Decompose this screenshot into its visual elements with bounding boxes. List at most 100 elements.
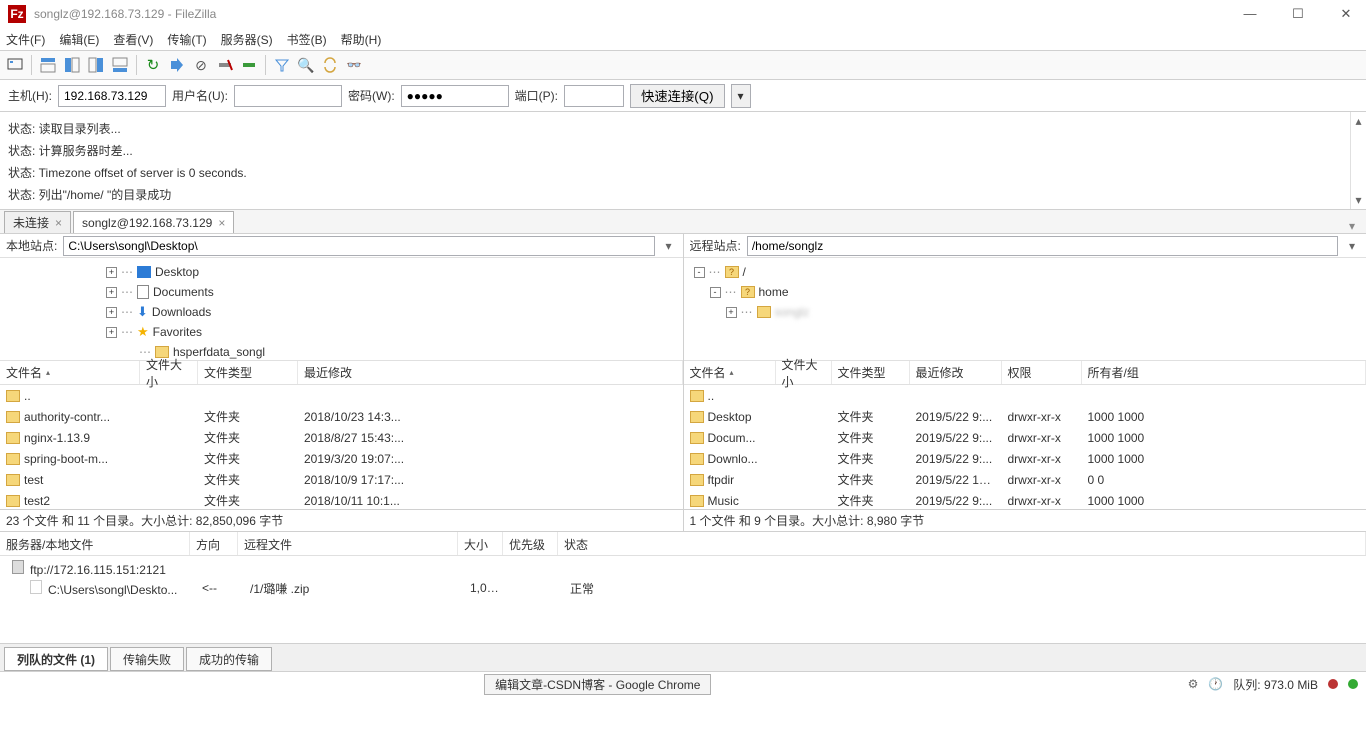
local-tree[interactable]: +⋯Desktop+⋯Documents+⋯⬇Downloads+⋯★Favor…: [0, 258, 683, 361]
tree-node[interactable]: ⋯hsperfdata_songl: [6, 342, 677, 361]
menu-edit[interactable]: 编辑(E): [59, 31, 99, 48]
log-panel[interactable]: 状态: 读取目录列表... 状态: 计算服务器时差... 状态: Timezon…: [0, 112, 1366, 210]
col-modified[interactable]: 最近修改: [298, 361, 683, 384]
qcol-remote-file[interactable]: 远程文件: [238, 532, 458, 555]
tree-node[interactable]: -⋯?home: [690, 282, 1361, 302]
col-type[interactable]: 文件类型: [832, 361, 910, 384]
cancel-button[interactable]: ⊘: [190, 54, 212, 76]
reconnect-button[interactable]: [238, 54, 260, 76]
quickconnect-dropdown[interactable]: ▾: [731, 84, 751, 108]
qtab-success[interactable]: 成功的传输: [186, 647, 272, 671]
find-button[interactable]: 👓: [343, 54, 365, 76]
minimize-button[interactable]: —: [1238, 6, 1262, 22]
menu-help[interactable]: 帮助(H): [341, 31, 382, 48]
local-path-input[interactable]: [63, 236, 654, 256]
toggle-queue-button[interactable]: [109, 54, 131, 76]
close-icon[interactable]: ×: [218, 216, 225, 230]
close-icon[interactable]: ×: [55, 216, 62, 230]
expand-icon[interactable]: -: [694, 267, 705, 278]
queue-file-row[interactable]: C:\Users\songl\Deskto... <-- /1/璐嗛 .zip …: [6, 578, 1360, 598]
qcol-direction[interactable]: 方向: [190, 532, 238, 555]
menu-transfer[interactable]: 传输(T): [167, 31, 206, 48]
qcol-priority[interactable]: 优先级: [503, 532, 558, 555]
quickconnect-button[interactable]: 快速连接(Q): [630, 84, 725, 108]
toggle-log-button[interactable]: [37, 54, 59, 76]
chevron-down-icon[interactable]: ▾: [1344, 239, 1360, 253]
qcol-size[interactable]: 大小: [458, 532, 503, 555]
tab-not-connected[interactable]: 未连接×: [4, 211, 71, 233]
expand-icon[interactable]: +: [106, 307, 117, 318]
col-name[interactable]: 文件名 ▴: [0, 361, 140, 384]
col-permissions[interactable]: 权限: [1002, 361, 1082, 384]
tree-node[interactable]: +⋯songlz: [690, 302, 1361, 322]
sitemanager-button[interactable]: [4, 54, 26, 76]
close-button[interactable]: ✕: [1334, 6, 1358, 22]
menu-view[interactable]: 查看(V): [113, 31, 153, 48]
folder-icon: [6, 390, 20, 402]
menu-server[interactable]: 服务器(S): [221, 31, 273, 48]
queue-server-row[interactable]: ftp://172.16.115.151:2121: [6, 558, 1360, 578]
menu-bookmarks[interactable]: 书签(B): [287, 31, 327, 48]
maximize-button[interactable]: ☐: [1286, 6, 1310, 22]
log-line: 状态: 读取目录列表...: [8, 118, 1358, 140]
list-item[interactable]: Docum...文件夹2019/5/22 9:...drwxr-xr-x1000…: [684, 427, 1366, 448]
list-item[interactable]: test2文件夹2018/10/11 10:1...: [0, 490, 683, 509]
list-item[interactable]: ..: [684, 385, 1366, 406]
menu-file[interactable]: 文件(F): [6, 31, 45, 48]
remote-path-input[interactable]: [747, 236, 1338, 256]
process-queue-button[interactable]: [166, 54, 188, 76]
list-item[interactable]: Downlo...文件夹2019/5/22 9:...drwxr-xr-x100…: [684, 448, 1366, 469]
tree-node[interactable]: +⋯Desktop: [6, 262, 677, 282]
list-item[interactable]: authority-contr...文件夹2018/10/23 14:3...: [0, 406, 683, 427]
list-item[interactable]: Music文件夹2019/5/22 9:...drwxr-xr-x1000 10…: [684, 490, 1366, 509]
chevron-down-icon[interactable]: ▾: [661, 239, 677, 253]
scroll-down-icon[interactable]: ▾: [1355, 193, 1361, 207]
remote-tree[interactable]: -⋯?/-⋯?home+⋯songlz: [684, 258, 1366, 361]
list-item[interactable]: ..: [0, 385, 683, 406]
expand-icon[interactable]: +: [726, 307, 737, 318]
expand-icon[interactable]: +: [106, 327, 117, 338]
col-size[interactable]: 文件大小: [776, 361, 832, 384]
qcol-server[interactable]: 服务器/本地文件: [0, 532, 190, 555]
tab-add-button[interactable]: ▾: [1342, 219, 1362, 233]
qtab-failed[interactable]: 传输失败: [110, 647, 184, 671]
col-owner[interactable]: 所有者/组: [1082, 361, 1366, 384]
compare-button[interactable]: 🔍: [295, 54, 317, 76]
sync-button[interactable]: [319, 54, 341, 76]
list-item[interactable]: nginx-1.13.9文件夹2018/8/27 15:43:...: [0, 427, 683, 448]
list-item[interactable]: spring-boot-m...文件夹2019/3/20 19:07:...: [0, 448, 683, 469]
port-input[interactable]: [564, 85, 624, 107]
pass-input[interactable]: [401, 85, 509, 107]
toggle-local-tree-button[interactable]: [61, 54, 83, 76]
scroll-up-icon[interactable]: ▴: [1355, 114, 1361, 128]
expand-icon[interactable]: +: [106, 287, 117, 298]
tree-node[interactable]: +⋯★Favorites: [6, 322, 677, 342]
expand-icon[interactable]: -: [710, 287, 721, 298]
host-input[interactable]: [58, 85, 166, 107]
list-item[interactable]: ftpdir文件夹2019/5/22 10...drwxr-xr-x0 0: [684, 469, 1366, 490]
col-size[interactable]: 文件大小: [140, 361, 198, 384]
qcol-status[interactable]: 状态: [558, 532, 1366, 555]
clock-icon[interactable]: 🕐: [1208, 677, 1223, 691]
toggle-remote-tree-button[interactable]: [85, 54, 107, 76]
queue-body[interactable]: ftp://172.16.115.151:2121 C:\Users\songl…: [0, 556, 1366, 643]
col-modified[interactable]: 最近修改: [910, 361, 1002, 384]
tree-node[interactable]: +⋯⬇Downloads: [6, 302, 677, 322]
filter-button[interactable]: [271, 54, 293, 76]
tree-node[interactable]: +⋯Documents: [6, 282, 677, 302]
col-name[interactable]: 文件名 ▴: [684, 361, 776, 384]
tree-node[interactable]: -⋯?/: [690, 262, 1361, 282]
refresh-button[interactable]: ↻: [142, 54, 164, 76]
remote-file-list[interactable]: ..Desktop文件夹2019/5/22 9:...drwxr-xr-x100…: [684, 385, 1366, 509]
disconnect-button[interactable]: [214, 54, 236, 76]
remote-list-header: 文件名 ▴ 文件大小 文件类型 最近修改 权限 所有者/组: [684, 361, 1366, 385]
user-input[interactable]: [234, 85, 342, 107]
qtab-queued[interactable]: 列队的文件 (1): [4, 647, 108, 671]
local-file-list[interactable]: ..authority-contr...文件夹2018/10/23 14:3..…: [0, 385, 683, 509]
tab-connection[interactable]: songlz@192.168.73.129×: [73, 211, 234, 233]
gear-icon[interactable]: ⚙: [1188, 677, 1199, 691]
expand-icon[interactable]: +: [106, 267, 117, 278]
list-item[interactable]: Desktop文件夹2019/5/22 9:...drwxr-xr-x1000 …: [684, 406, 1366, 427]
list-item[interactable]: test文件夹2018/10/9 17:17:...: [0, 469, 683, 490]
col-type[interactable]: 文件类型: [198, 361, 298, 384]
